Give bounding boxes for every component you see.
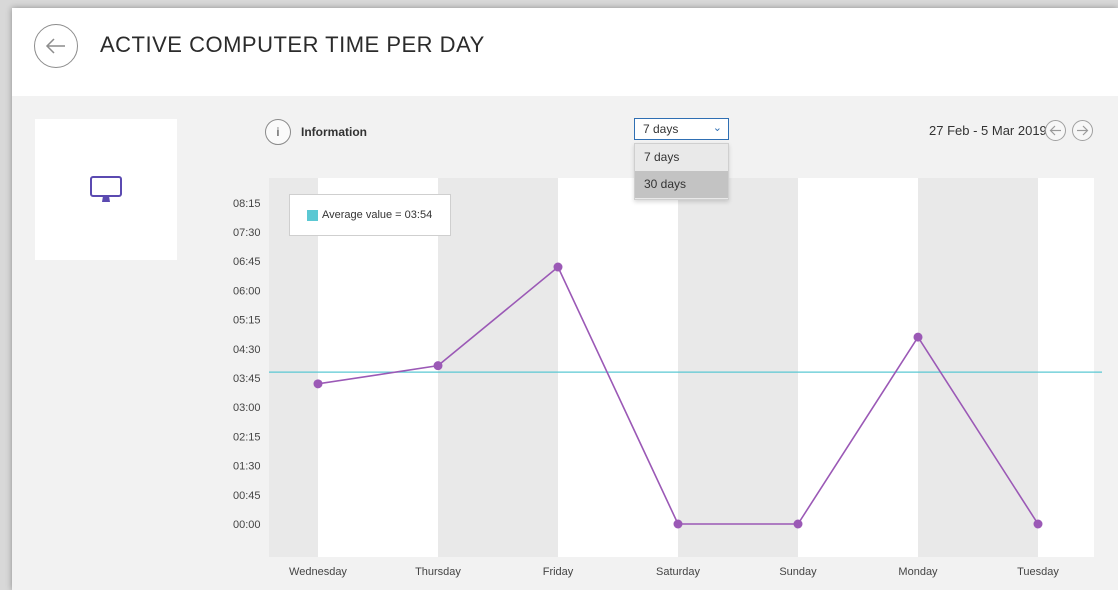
data-point (913, 332, 923, 342)
y-tick-label: 06:00 (233, 285, 261, 297)
data-point (673, 519, 683, 529)
y-tick-label: 03:45 (233, 373, 261, 385)
x-tick-label: Thursday (415, 566, 461, 578)
app-window: ACTIVE COMPUTER TIME PER DAY i Informati… (12, 8, 1118, 590)
info-icon: i (276, 125, 280, 139)
y-tick-label: 00:45 (233, 490, 261, 502)
x-tick-label: Saturday (656, 566, 701, 578)
info-button[interactable]: i (265, 119, 291, 145)
page-title: ACTIVE COMPUTER TIME PER DAY (100, 32, 485, 57)
y-tick-label: 05:15 (233, 315, 261, 327)
range-dropdown: 7 days 30 days (634, 143, 729, 200)
y-tick-label: 08:15 (233, 198, 261, 210)
arrow-left-icon (45, 38, 65, 54)
range-select[interactable]: 7 days ⌄ (634, 118, 729, 140)
x-tick-label: Tuesday (1017, 566, 1059, 578)
y-tick-label: 02:15 (233, 431, 261, 443)
x-tick-label: Monday (898, 566, 938, 578)
previous-period-button[interactable] (1045, 120, 1066, 141)
average-legend-swatch (307, 210, 318, 221)
average-legend-label: Average value = 03:54 (322, 209, 433, 221)
chart-legend: Average value = 03:54 (289, 194, 451, 236)
y-tick-label: 07:30 (233, 227, 261, 239)
data-point (553, 262, 563, 272)
range-select-value: 7 days (643, 122, 679, 136)
arrow-left-icon (1049, 125, 1061, 136)
y-tick-label: 00:00 (233, 519, 261, 531)
data-point (793, 519, 803, 529)
info-label[interactable]: Information (301, 125, 367, 139)
data-point (1033, 519, 1043, 529)
x-tick-label: Wednesday (289, 566, 347, 578)
y-tick-label: 01:30 (233, 461, 261, 473)
range-option-7-days[interactable]: 7 days (635, 144, 728, 171)
range-option-30-days[interactable]: 30 days (635, 171, 728, 198)
y-tick-label: 03:00 (233, 402, 261, 414)
y-tick-label: 04:30 (233, 344, 261, 356)
monitor-icon (90, 175, 122, 202)
x-tick-label: Sunday (779, 566, 817, 578)
header: ACTIVE COMPUTER TIME PER DAY (12, 8, 1118, 96)
arrow-right-icon (1077, 125, 1089, 136)
data-point (433, 361, 443, 371)
plot-band (918, 178, 1038, 557)
metric-tile[interactable] (35, 119, 177, 260)
chevron-down-icon: ⌄ (712, 122, 722, 134)
plot-band (678, 178, 798, 557)
next-period-button[interactable] (1072, 120, 1093, 141)
date-range-label: 27 Feb - 5 Mar 2019 (929, 123, 1047, 138)
data-point (313, 379, 323, 389)
y-tick-label: 06:45 (233, 256, 261, 268)
x-tick-label: Friday (543, 566, 574, 578)
back-button[interactable] (34, 24, 78, 68)
plot-band (438, 178, 558, 557)
